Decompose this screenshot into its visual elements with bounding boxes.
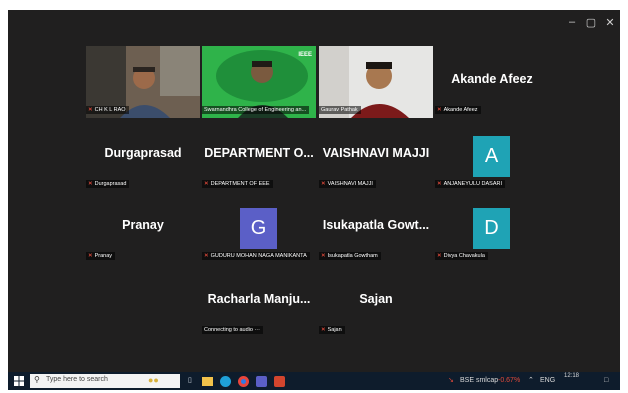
- mic-off-icon: ⨯: [437, 107, 442, 113]
- participant-tile-akande[interactable]: Akande Afeez ⨯ Akande Afeez: [435, 46, 549, 118]
- mic-off-icon: ⨯: [321, 327, 326, 333]
- mic-off-icon: ⨯: [321, 181, 326, 187]
- participant-name: Durgaprasad: [104, 146, 182, 160]
- clock-time[interactable]: 12:18: [564, 372, 579, 386]
- participant-label: ⨯ Divya Chavakula: [435, 252, 488, 260]
- search-placeholder: Type here to search: [46, 376, 108, 383]
- meeting-window: – ▢ ✕ ⨯ CH K L RAO IEEE Swarnandhra Colle…: [8, 10, 620, 372]
- participant-tile-chkl[interactable]: ⨯ CH K L RAO: [86, 46, 200, 118]
- taskbar-search-box[interactable]: ⚲ Type here to search ●●: [30, 374, 180, 388]
- news-widget-icon: ●●: [148, 375, 159, 385]
- taskbar: ⚲ Type here to search ●● ▯ ↘ BSE smlcap …: [8, 372, 620, 390]
- participant-name: Akande Afeez: [451, 72, 533, 86]
- mic-off-icon: ⨯: [204, 181, 209, 187]
- mic-off-icon: ⨯: [437, 253, 442, 259]
- participant-label: Swarnandhra College of Engineering an...: [202, 106, 310, 114]
- participant-label: ⨯ Akande Afeez: [435, 106, 481, 114]
- participant-label: Gaurav Pathak: [319, 106, 361, 114]
- file-explorer-icon[interactable]: [202, 374, 213, 388]
- participant-name: Isukapatla Gowt...: [322, 218, 430, 232]
- participant-tile-vaishnavi[interactable]: VAISHNAVI MAJJI ⨯ VAISHNAVI MAJJI: [319, 120, 433, 192]
- participant-label: ⨯ Durgaprasad: [86, 180, 130, 188]
- participant-avatar: D: [473, 208, 510, 249]
- participant-tile-durgaprasad[interactable]: Durgaprasad ⨯ Durgaprasad: [86, 120, 200, 192]
- participant-tile-divya[interactable]: D ⨯ Divya Chavakula: [435, 192, 549, 264]
- participant-label: ⨯ ANJANEYULU DASARI: [435, 180, 505, 188]
- language-indicator[interactable]: ENG: [540, 374, 555, 388]
- mic-off-icon: ⨯: [204, 253, 209, 259]
- participant-tile-anjaneyulu[interactable]: A ⨯ ANJANEYULU DASARI: [435, 120, 549, 192]
- mic-off-icon: ⨯: [88, 181, 93, 187]
- participant-tile-guduru[interactable]: G ⨯ GUDURU MOHAN NAGA MANIKANTA: [202, 192, 316, 264]
- participant-label: ⨯ DEPARTMENT OF EEE: [202, 180, 273, 188]
- mic-off-icon: ⨯: [88, 253, 93, 259]
- participant-name: Racharla Manju...: [207, 292, 311, 306]
- mic-off-icon: ⨯: [321, 253, 326, 259]
- maximize-button[interactable]: ▢: [582, 16, 600, 29]
- participant-name: Sajan: [359, 292, 393, 306]
- participant-name: Pranay: [122, 218, 164, 232]
- participant-label: ⨯ Sajan: [319, 326, 345, 334]
- participant-label: ⨯ CH K L RAO: [86, 106, 129, 114]
- participant-label: ⨯ GUDURU MOHAN NAGA MANIKANTA: [202, 252, 310, 260]
- windows-start-icon[interactable]: [14, 376, 24, 386]
- participant-name: DEPARTMENT O...: [204, 146, 314, 160]
- stock-widget-label[interactable]: BSE smlcap: [460, 374, 498, 388]
- stock-trend-icon: ↘: [448, 377, 454, 384]
- participant-tile-gaurav[interactable]: Gaurav Pathak: [319, 46, 433, 118]
- mic-off-icon: ⨯: [88, 107, 93, 113]
- participant-tile-isukapatla[interactable]: Isukapatla Gowt... ⨯ Isukapatla Gowtham: [319, 192, 433, 264]
- participant-label: Connecting to audio ···: [202, 326, 263, 334]
- left-border: [0, 0, 8, 390]
- participant-tile-dept[interactable]: DEPARTMENT O... ⨯ DEPARTMENT OF EEE: [202, 120, 316, 192]
- participant-avatar: A: [473, 136, 510, 177]
- notification-icon[interactable]: □: [604, 374, 608, 388]
- chrome-browser-icon[interactable]: [238, 374, 249, 388]
- edge-browser-icon[interactable]: [220, 374, 231, 388]
- participant-tile-swarnandhra[interactable]: IEEE Swarnandhra College of Engineering …: [202, 46, 316, 118]
- minimize-button[interactable]: –: [563, 16, 581, 28]
- ieee-logo: IEEE: [298, 52, 312, 58]
- task-view-icon[interactable]: ▯: [188, 374, 192, 388]
- participant-tile-pranay[interactable]: Pranay ⨯ Pranay: [86, 192, 200, 264]
- participant-avatar: G: [240, 208, 277, 249]
- participant-name: VAISHNAVI MAJJI: [322, 146, 430, 160]
- participant-label: ⨯ Isukapatla Gowtham: [319, 252, 381, 260]
- participant-label: ⨯ Pranay: [86, 252, 116, 260]
- search-icon: ⚲: [34, 375, 40, 384]
- powerpoint-app-icon[interactable]: [274, 374, 285, 388]
- tray-chevron-up-icon[interactable]: ⌃: [528, 374, 534, 388]
- participant-tile-sajan[interactable]: Sajan ⨯ Sajan: [319, 266, 433, 338]
- participant-tile-racharla[interactable]: Racharla Manju... Connecting to audio ··…: [202, 266, 316, 338]
- teams-app-icon[interactable]: [256, 374, 267, 388]
- participant-label: ⨯ VAISHNAVI MAJJI: [319, 180, 376, 188]
- mic-off-icon: ⨯: [437, 181, 442, 187]
- close-button[interactable]: ✕: [601, 16, 619, 29]
- stock-change-value: -0.67%: [498, 377, 521, 384]
